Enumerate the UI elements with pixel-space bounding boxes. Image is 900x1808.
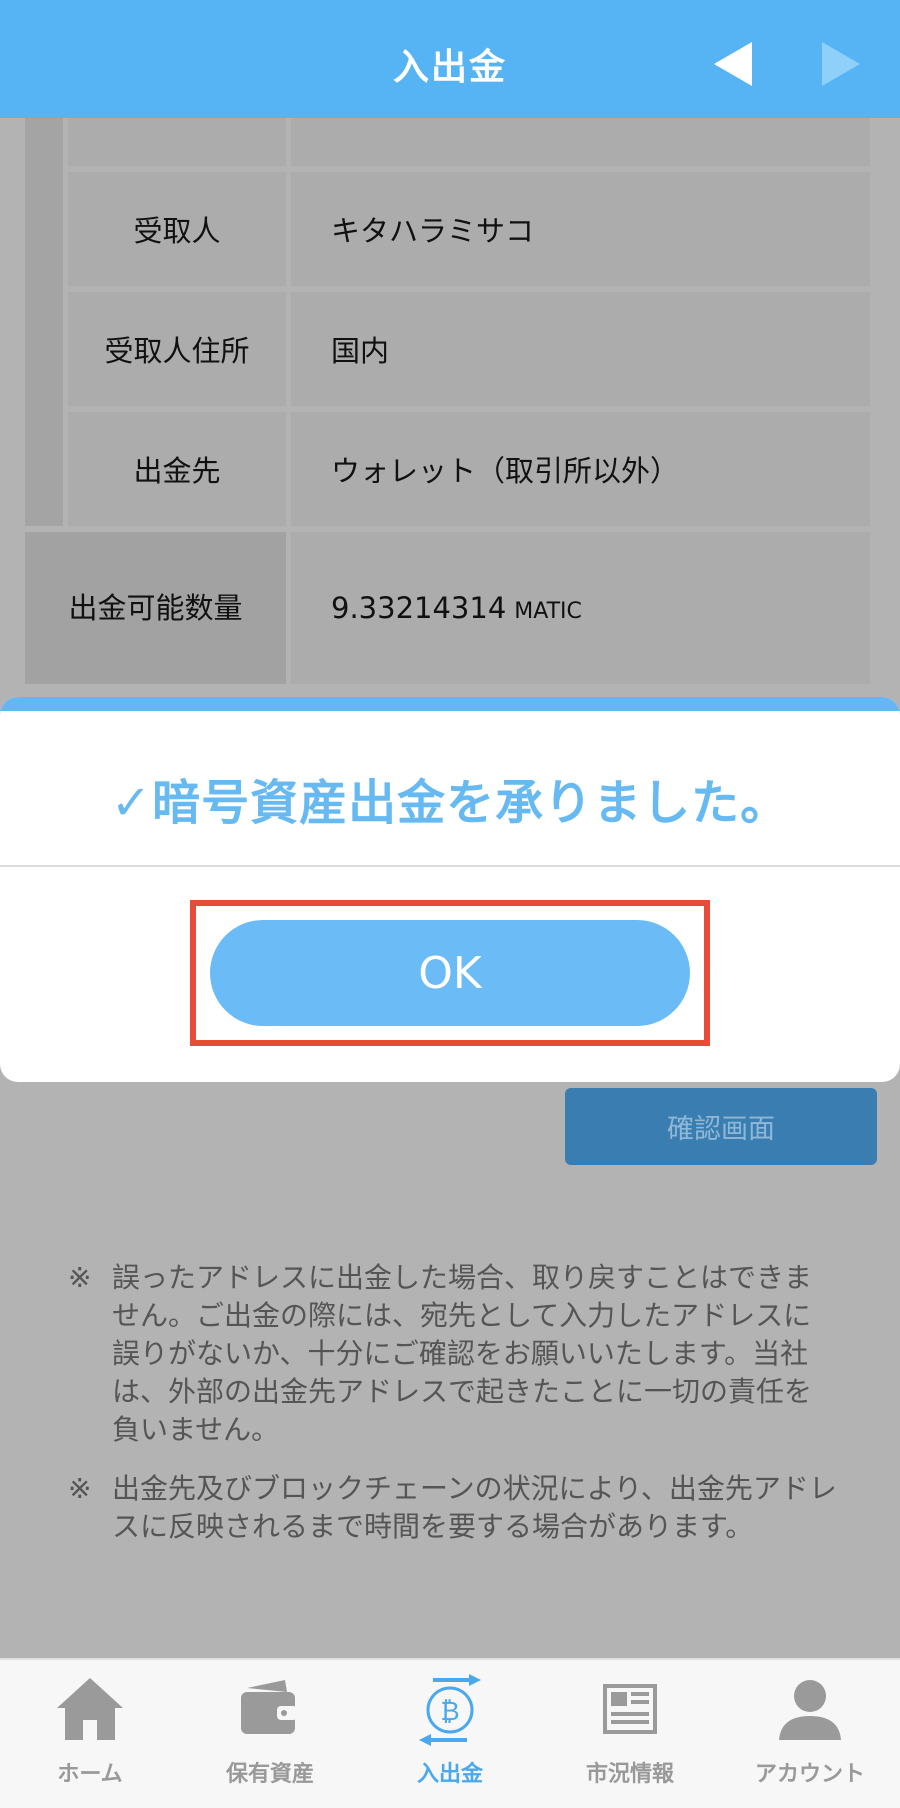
note-mark: ※ <box>68 1472 92 1505</box>
success-dialog: ✓暗号資産出金を承りました。 OK <box>0 697 900 1082</box>
page-title: 入出金 <box>392 47 507 88</box>
tab-label: ホーム <box>57 1762 123 1787</box>
success-message: ✓暗号資産出金を承りました。 <box>110 775 790 831</box>
dialog-top-accent <box>0 697 900 711</box>
warning-note: ※ 出金先及びブロックチェーンの状況により、出金先アドレスに反映されるまで時間を… <box>68 1470 838 1546</box>
tab-market-info[interactable]: 市況情報 <box>540 1660 720 1808</box>
note-mark: ※ <box>68 1261 92 1294</box>
svg-text:₿: ₿ <box>440 1697 459 1727</box>
bottom-tab-bar: ホーム 保有資産 ₿ 入出金 市況情報 アカウント <box>0 1658 900 1808</box>
tab-holdings[interactable]: 保有資産 <box>180 1660 360 1808</box>
tab-home[interactable]: ホーム <box>0 1660 180 1808</box>
back-arrow-icon[interactable] <box>712 40 754 88</box>
table-row-value: 国内 <box>291 292 870 406</box>
amount-unit: MATIC <box>514 598 582 624</box>
tab-label: アカウント <box>754 1762 865 1787</box>
note-text: 誤ったアドレスに出金した場合、取り戻すことはできません。ご出金の際には、宛先とし… <box>112 1261 813 1446</box>
table-row-label: 出金先 <box>68 412 286 526</box>
ok-button[interactable]: OK <box>210 920 690 1026</box>
tab-deposit-withdraw[interactable]: ₿ 入出金 <box>360 1660 540 1808</box>
table-row-value <box>291 118 870 166</box>
table-row-label <box>68 118 286 166</box>
withdrawable-amount: 9.33214314 <box>331 591 507 625</box>
newspaper-icon <box>603 1684 657 1734</box>
tab-label: 入出金 <box>416 1762 483 1787</box>
app-header: 入出金 <box>0 0 900 118</box>
warning-note: ※ 誤ったアドレスに出金した場合、取り戻すことはできません。ご出金の際には、宛先… <box>68 1259 838 1449</box>
home-icon <box>57 1678 123 1740</box>
wallet-icon <box>241 1680 297 1734</box>
account-icon <box>779 1680 841 1740</box>
table-group-bar <box>25 118 63 526</box>
table-row-label: 受取人 <box>68 172 286 286</box>
table-row-label: 出金可能数量 <box>25 532 286 684</box>
bitcoin-transfer-icon: ₿ <box>419 1674 481 1746</box>
withdrawable-amount-label: 出金可能数量 <box>68 591 243 625</box>
table-row-label: 受取人住所 <box>68 292 286 406</box>
tab-account[interactable]: アカウント <box>720 1660 900 1808</box>
note-text: 出金先及びブロックチェーンの状況により、出金先アドレスに反映されるまで時間を要す… <box>112 1472 837 1543</box>
table-row-value: キタハラミサコ <box>291 172 870 286</box>
tab-label: 保有資産 <box>225 1762 314 1787</box>
confirm-screen-button[interactable]: 確認画面 <box>565 1088 877 1165</box>
forward-arrow-icon[interactable] <box>820 40 862 88</box>
table-row-value: ウォレット（取引所以外） <box>291 412 870 526</box>
divider <box>0 865 900 867</box>
table-row-value: 9.33214314 MATIC <box>291 532 870 684</box>
tab-label: 市況情報 <box>585 1762 674 1787</box>
